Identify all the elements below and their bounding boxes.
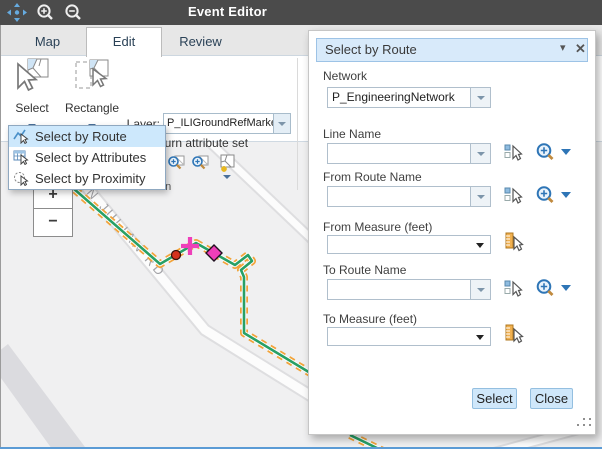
select-button[interactable]: Select <box>472 388 517 409</box>
menu-item-select-by-proximity[interactable]: Select by Proximity <box>9 168 165 189</box>
select-tool-button[interactable]: Select <box>6 57 58 133</box>
select-tool-icon <box>13 57 51 95</box>
menu-item-label: Select by Route <box>35 129 127 144</box>
rectangle-tool-label: Rectangle <box>63 101 121 115</box>
menu-item-label: Select by Attributes <box>35 150 146 165</box>
rectangle-tool-icon <box>73 57 111 95</box>
chevron-down-icon <box>477 96 485 100</box>
to-route-name-combobox[interactable] <box>327 279 491 300</box>
chevron-down-icon <box>476 243 484 248</box>
tab-edit[interactable]: Edit <box>86 27 162 57</box>
dropdown-button[interactable] <box>470 280 490 299</box>
zoom-to-selection-icon[interactable] <box>167 154 185 172</box>
panel-collapse-icon[interactable]: ▾ <box>560 41 566 54</box>
ribbon-group-divider <box>297 58 298 190</box>
to-measure-combobox[interactable] <box>327 327 491 346</box>
to-measure-label: To Measure (feet) <box>323 312 417 326</box>
chevron-down-icon <box>476 335 484 340</box>
from-route-name-combobox[interactable] <box>327 186 491 207</box>
from-measure-combobox[interactable] <box>327 235 491 254</box>
network-value: P_EngineeringNetwork <box>332 90 467 104</box>
map-zoom-out-button[interactable]: − <box>33 209 73 237</box>
layer-combobox[interactable]: P_ILIGroundRefMarkers <box>163 113 276 134</box>
from-measure-label: From Measure (feet) <box>323 220 432 234</box>
select-by-route-icon <box>13 128 29 144</box>
chevron-down-icon <box>477 195 485 199</box>
menu-item-select-by-route[interactable]: Select by Route <box>9 126 165 147</box>
zoom-dropdown-icon[interactable] <box>535 142 573 167</box>
tab-map[interactable]: Map <box>10 29 85 55</box>
zoom-out-icon[interactable] <box>63 3 83 22</box>
from-route-name-label: From Route Name <box>323 170 422 184</box>
zoom-in-icon[interactable] <box>35 3 55 22</box>
dropdown-button[interactable] <box>470 187 490 206</box>
chevron-down-icon <box>278 122 286 126</box>
close-icon[interactable]: ✕ <box>575 41 586 57</box>
select-by-attributes-icon <box>13 149 29 165</box>
chevron-down-icon <box>477 288 485 292</box>
measure-on-map-icon[interactable] <box>504 232 524 257</box>
select-by-proximity-icon <box>13 170 29 186</box>
to-route-name-label: To Route Name <box>323 263 406 277</box>
measure-on-map-icon[interactable] <box>504 324 524 349</box>
zoom-to-feature-icon[interactable] <box>191 154 209 172</box>
select-by-route-panel: Select by Route ▾ ✕ Network P_Engineerin… <box>308 30 596 435</box>
dropdown-button[interactable] <box>470 144 490 163</box>
line-name-label: Line Name <box>323 127 381 141</box>
pick-on-map-icon[interactable] <box>504 186 523 210</box>
pick-on-map-icon[interactable] <box>504 279 523 303</box>
zoom-dropdown-icon[interactable] <box>535 278 573 303</box>
menu-item-select-by-attributes[interactable]: Select by Attributes <box>9 147 165 168</box>
titlebar: Event Editor <box>0 0 602 25</box>
menu-item-label: Select by Proximity <box>35 171 146 186</box>
rectangle-tool-button[interactable]: Rectangle <box>63 57 121 133</box>
panel-title: Select by Route <box>325 42 417 57</box>
network-combobox[interactable]: P_EngineeringNetwork <box>327 87 491 108</box>
app-title: Event Editor <box>188 4 268 19</box>
panel-header[interactable]: Select by Route ▾ ✕ <box>316 38 588 62</box>
panel-resize-handle[interactable] <box>577 418 593 429</box>
zoom-dropdown-icon[interactable] <box>535 185 573 210</box>
network-label: Network <box>323 69 367 83</box>
layer-dropdown-button[interactable] <box>273 113 291 134</box>
select-dropdown-menu: Select by Route Select by Attributes Sel… <box>8 125 166 190</box>
pick-on-map-icon[interactable] <box>504 143 523 167</box>
select-tool-label: Select <box>6 101 58 115</box>
chevron-down-icon <box>223 175 231 179</box>
pan-icon[interactable] <box>7 3 27 22</box>
close-button[interactable]: Close <box>530 388 573 409</box>
window-left-border <box>0 25 1 449</box>
line-name-combobox[interactable] <box>327 143 491 164</box>
event-point-marker[interactable] <box>172 251 181 260</box>
chevron-down-icon <box>477 152 485 156</box>
tab-review[interactable]: Review <box>161 29 240 55</box>
dropdown-button[interactable] <box>470 88 490 107</box>
selection-options-icon[interactable] <box>217 154 235 172</box>
